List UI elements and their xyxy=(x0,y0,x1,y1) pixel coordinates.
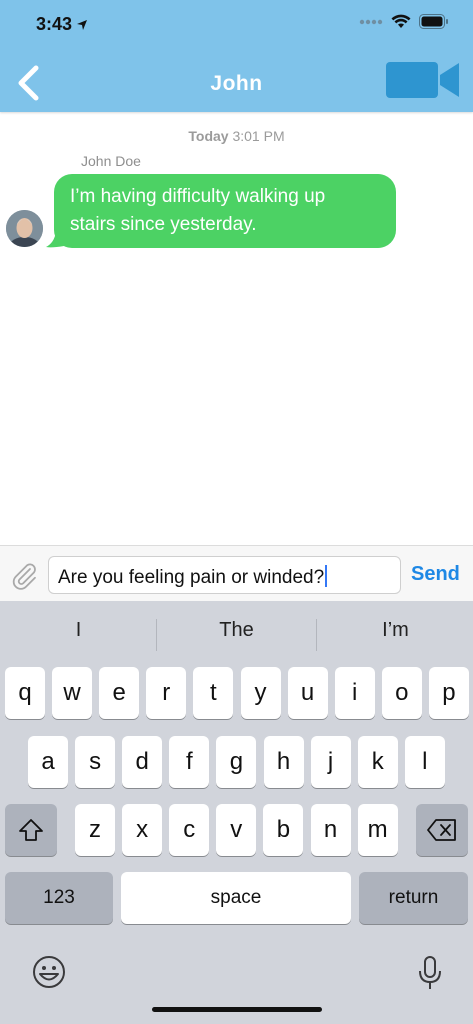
key-q[interactable]: q xyxy=(5,667,45,719)
suggestion-3[interactable]: I’m xyxy=(317,619,473,642)
timestamp-day: Today xyxy=(188,128,229,144)
key-y[interactable]: y xyxy=(240,667,281,719)
key-h[interactable]: h xyxy=(263,736,304,788)
emoji-face-icon xyxy=(33,956,65,988)
key-t[interactable]: t xyxy=(193,667,234,719)
key-l[interactable]: l xyxy=(404,736,445,788)
suggestion-divider xyxy=(156,619,157,651)
key-n[interactable]: n xyxy=(310,804,351,856)
key-p[interactable]: p xyxy=(428,667,469,719)
video-call-button[interactable] xyxy=(385,60,461,100)
key-o[interactable]: o xyxy=(381,667,422,719)
nav-header: 3:43 John xyxy=(0,0,473,112)
attach-button[interactable] xyxy=(9,560,39,590)
key-j[interactable]: j xyxy=(310,736,351,788)
key-e[interactable]: e xyxy=(99,667,140,719)
key-m[interactable]: m xyxy=(357,804,398,856)
battery-icon xyxy=(419,14,448,29)
numbers-key[interactable]: 123 xyxy=(5,872,113,924)
incoming-message-bubble: I’m having difficulty walking up stairs … xyxy=(54,174,396,248)
sender-name: John Doe xyxy=(81,153,141,169)
shift-key[interactable] xyxy=(5,804,57,856)
return-key[interactable]: return xyxy=(359,872,468,924)
key-c[interactable]: c xyxy=(169,804,210,856)
status-time: 3:43 xyxy=(36,14,88,35)
message-text-line-2: stairs since yesterday. xyxy=(70,214,257,235)
space-key[interactable]: space xyxy=(121,872,351,924)
shift-arrow-icon xyxy=(19,819,43,841)
message-composer: Are you feeling pain or winded? Send xyxy=(0,545,473,601)
video-camera-icon xyxy=(386,62,459,98)
emoji-button[interactable] xyxy=(32,955,66,989)
keyboard: I The I’m qwertyuiop asdfghjkl zxcvbnm 1… xyxy=(0,601,473,1024)
key-f[interactable]: f xyxy=(169,736,210,788)
key-v[interactable]: v xyxy=(216,804,257,856)
key-w[interactable]: w xyxy=(52,667,93,719)
delete-key[interactable] xyxy=(416,804,468,856)
text-caret xyxy=(325,565,328,587)
paperclip-icon xyxy=(12,563,36,590)
key-k[interactable]: k xyxy=(357,736,398,788)
status-time-label: 3:43 xyxy=(36,14,73,34)
message-input-value: Are you feeling pain or winded? xyxy=(58,567,325,588)
key-d[interactable]: d xyxy=(122,736,163,788)
wifi-icon xyxy=(391,14,411,28)
key-u[interactable]: u xyxy=(287,667,328,719)
location-arrow-icon xyxy=(77,19,88,30)
key-a[interactable]: a xyxy=(28,736,68,788)
avatar[interactable] xyxy=(6,210,43,247)
avatar-photo xyxy=(6,210,43,247)
key-b[interactable]: b xyxy=(263,804,304,856)
message-text-line-1: I’m having difficulty walking up xyxy=(70,186,326,207)
suggestion-2[interactable]: The xyxy=(158,619,315,642)
key-r[interactable]: r xyxy=(146,667,187,719)
suggestion-1[interactable]: I xyxy=(0,619,157,642)
microphone-icon xyxy=(419,956,441,989)
message-timestamp: Today 3:01 PM xyxy=(0,128,473,144)
cellular-signal-icon xyxy=(359,19,383,24)
send-button[interactable]: Send xyxy=(411,563,460,586)
key-x[interactable]: x xyxy=(122,804,163,856)
delete-backspace-icon xyxy=(427,819,456,841)
status-indicators xyxy=(359,14,449,29)
key-s[interactable]: s xyxy=(75,736,116,788)
key-i[interactable]: i xyxy=(334,667,375,719)
key-g[interactable]: g xyxy=(216,736,257,788)
dictation-button[interactable] xyxy=(418,955,442,991)
home-indicator xyxy=(152,1007,322,1012)
timestamp-time: 3:01 PM xyxy=(232,128,285,144)
message-input[interactable]: Are you feeling pain or winded? xyxy=(48,556,401,594)
key-z[interactable]: z xyxy=(75,804,115,856)
